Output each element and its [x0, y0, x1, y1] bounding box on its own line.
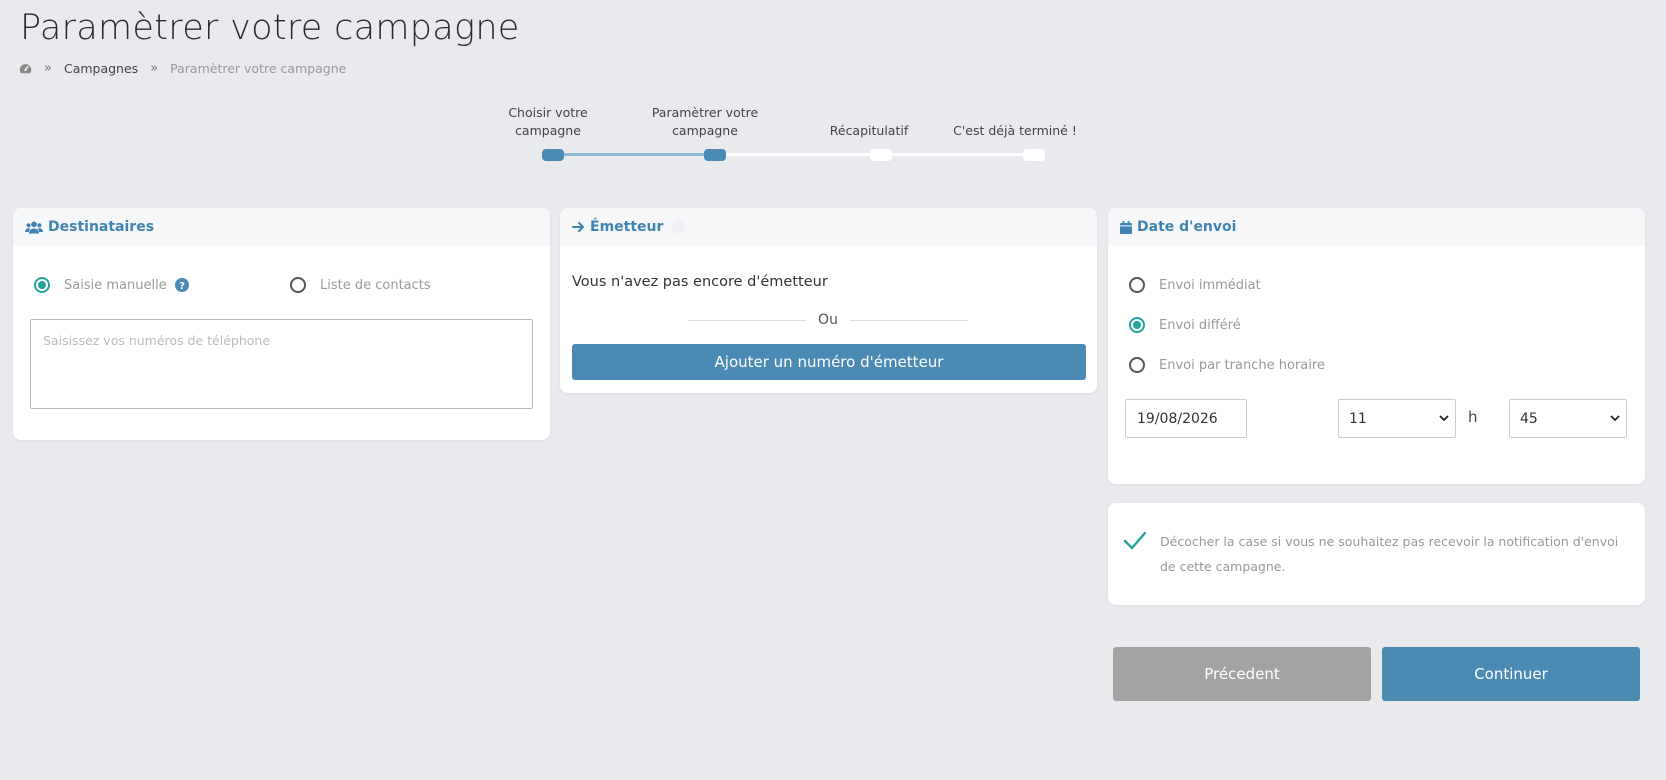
users-icon: [25, 221, 43, 233]
radio-immediate-circle[interactable]: [1129, 277, 1145, 293]
radio-deferred-circle[interactable]: [1129, 317, 1145, 333]
continue-button[interactable]: Continuer: [1382, 647, 1640, 701]
recipients-card: Destinataires Saisie manuelle ? Liste de…: [13, 208, 550, 440]
step-label-choose: Choisir votre campagne: [508, 105, 588, 138]
minute-select-value: 45: [1520, 410, 1538, 427]
notification-checkbox[interactable]: [1123, 531, 1147, 551]
recipients-title: Destinataires: [48, 219, 155, 235]
step-dot-settings: [704, 149, 726, 161]
page-title: Paramètrer votre campagne: [20, 8, 520, 48]
radio-manual-circle[interactable]: [34, 277, 50, 293]
divider-line: [688, 319, 807, 321]
hour-select[interactable]: 11: [1338, 399, 1456, 438]
breadcrumb-current: Paramètrer votre campagne: [170, 61, 347, 76]
radio-send-time-slot[interactable]: Envoi par tranche horaire: [1129, 357, 1325, 373]
info-icon[interactable]: [671, 220, 685, 234]
radio-contacts-label: Liste de contacts: [320, 277, 431, 293]
chevron-down-icon: [1439, 415, 1449, 422]
hour-separator: h: [1468, 408, 1478, 426]
send-date-card: Date d'envoi Envoi immédiat Envoi différ…: [1108, 208, 1645, 484]
emitter-card: Émetteur Vous n'avez pas encore d'émette…: [560, 208, 1097, 393]
radio-time-slot-label: Envoi par tranche horaire: [1159, 357, 1325, 373]
radio-manual-label: Saisie manuelle: [64, 277, 167, 293]
no-emitter-message: Vous n'avez pas encore d'émetteur: [572, 274, 828, 290]
phone-numbers-input[interactable]: [30, 319, 533, 409]
breadcrumb: » Campagnes » Paramètrer votre campagne: [19, 61, 358, 76]
breadcrumb-separator: »: [150, 61, 159, 76]
radio-send-deferred[interactable]: Envoi différé: [1129, 317, 1241, 333]
radio-deferred-label: Envoi différé: [1159, 317, 1241, 333]
recipients-card-header: Destinataires: [13, 208, 550, 246]
progress-stepper: Choisir votre campagne Paramètrer votre …: [508, 104, 1160, 170]
radio-manual-entry[interactable]: Saisie manuelle ?: [34, 277, 189, 293]
emitter-title: Émetteur: [590, 219, 664, 235]
minute-select[interactable]: 45: [1509, 399, 1627, 438]
or-label: Ou: [818, 312, 838, 328]
send-date-title: Date d'envoi: [1137, 219, 1237, 235]
svg-text:?: ?: [179, 281, 185, 292]
arrow-right-icon: [572, 222, 584, 232]
step-label-summary: Récapitulatif: [829, 123, 909, 138]
dashboard-icon[interactable]: [19, 63, 32, 75]
step-dot-choose: [542, 149, 564, 161]
hour-select-value: 11: [1349, 410, 1367, 427]
notification-card: Décocher la case si vous ne souhaitez pa…: [1108, 503, 1645, 605]
emitter-card-header: Émetteur: [560, 208, 1097, 246]
divider-line: [849, 319, 968, 321]
radio-contacts-circle[interactable]: [290, 277, 306, 293]
notification-text: Décocher la case si vous ne souhaitez pa…: [1160, 534, 1619, 574]
radio-immediate-label: Envoi immédiat: [1159, 277, 1261, 293]
or-divider: Ou: [688, 312, 968, 328]
step-track-done: [558, 153, 713, 156]
previous-button[interactable]: Précedent: [1113, 647, 1371, 701]
step-dot-done: [1023, 149, 1045, 161]
radio-time-slot-circle[interactable]: [1129, 357, 1145, 373]
send-date-card-header: Date d'envoi: [1108, 208, 1645, 246]
add-emitter-button[interactable]: Ajouter un numéro d'émetteur: [572, 344, 1086, 380]
radio-contact-list[interactable]: Liste de contacts: [290, 277, 431, 293]
step-label-settings: Paramètrer votre campagne: [651, 105, 759, 138]
breadcrumb-separator: »: [44, 61, 52, 76]
step-dot-summary: [870, 149, 892, 161]
breadcrumb-campagnes[interactable]: Campagnes: [64, 61, 138, 76]
radio-send-immediate[interactable]: Envoi immédiat: [1129, 277, 1261, 293]
step-label-done: C'est déjà terminé !: [953, 123, 1077, 138]
chevron-down-icon: [1610, 415, 1620, 422]
calendar-icon: [1120, 220, 1132, 234]
send-date-input[interactable]: [1125, 399, 1247, 438]
help-icon[interactable]: ?: [174, 278, 189, 292]
